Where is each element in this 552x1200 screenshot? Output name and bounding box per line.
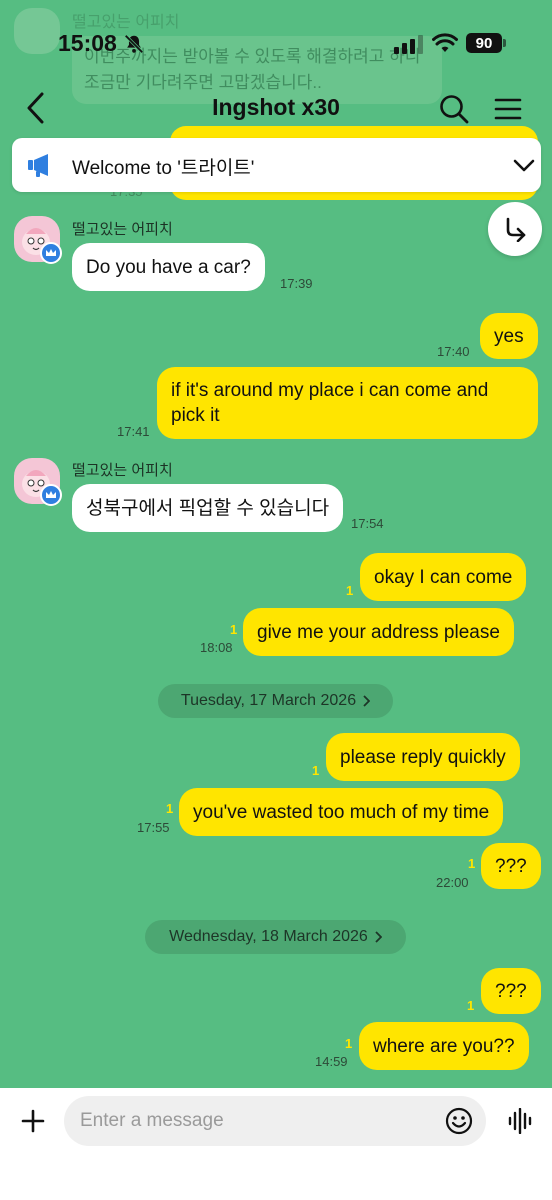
search-icon xyxy=(440,95,469,124)
unread-count: 1 xyxy=(346,583,354,598)
sender-name: 떨고있는 어피치 xyxy=(72,462,173,479)
search-button[interactable] xyxy=(434,90,474,128)
avatar[interactable] xyxy=(14,458,62,506)
message-bubble[interactable]: ??? xyxy=(481,968,541,1014)
battery-tip xyxy=(503,39,506,47)
message-bubble[interactable]: please reply quickly xyxy=(326,733,520,781)
back-chevron-icon xyxy=(27,92,44,124)
message-time: 22:00 xyxy=(436,875,469,890)
notice-text: Welcome to '트라이트' xyxy=(72,158,255,179)
reply-arrow-icon xyxy=(506,217,526,242)
emoji-icon xyxy=(445,1107,473,1135)
sender-name: 떨고있는 어피치 xyxy=(72,221,173,238)
message-bubble[interactable]: okay I can come xyxy=(360,553,527,601)
chevron-right-icon xyxy=(363,695,371,707)
cellular-signal-icon xyxy=(394,35,423,54)
back-button[interactable] xyxy=(18,88,54,128)
message-composer xyxy=(0,1088,552,1200)
message-bubble[interactable]: 성북구에서 픽업할 수 있습니다 xyxy=(72,484,344,532)
wifi-icon xyxy=(432,33,458,52)
message-time: 17:40 xyxy=(437,344,470,359)
voice-button[interactable] xyxy=(504,1104,536,1138)
unread-count: 1 xyxy=(468,856,476,871)
unread-count: 1 xyxy=(312,763,320,778)
message-time: 17:41 xyxy=(117,424,150,439)
clock-text: 15:08 xyxy=(58,30,117,56)
unread-count: 1 xyxy=(230,622,238,637)
date-label: Wednesday, 18 March 2026 xyxy=(169,928,368,945)
plus-icon xyxy=(21,1109,45,1133)
message-bubble[interactable]: ??? xyxy=(481,843,541,889)
notice-banner[interactable]: Welcome to '트라이트' xyxy=(12,138,541,192)
message-bubble[interactable]: if it's around my place i can come and p… xyxy=(157,367,538,439)
bell-slash-icon xyxy=(124,34,144,53)
message-bubble[interactable]: yes xyxy=(480,313,538,359)
message-time: 18:08 xyxy=(200,640,233,655)
scroll-to-bottom-button[interactable] xyxy=(488,202,542,256)
battery-icon: 90 xyxy=(466,33,502,53)
status-time: 15:08 xyxy=(58,30,145,57)
message-time: 17:55 xyxy=(137,820,170,835)
emoji-button[interactable] xyxy=(444,1106,474,1136)
message-bubble[interactable]: you've wasted too much of my time xyxy=(179,788,504,836)
chevron-right-icon xyxy=(375,931,382,943)
unread-count: 1 xyxy=(345,1036,353,1051)
unread-count: 1 xyxy=(166,801,174,816)
message-bubble[interactable]: give me your address please xyxy=(243,608,514,656)
crown-badge-icon xyxy=(40,242,62,264)
chat-background: 떨고있는 어피치 이번주까지는 받아볼 수 있도록 해결하려고 하니 조금만 기… xyxy=(0,0,552,1088)
message-bubble[interactable]: where are you?? xyxy=(359,1022,529,1070)
megaphone-icon xyxy=(28,154,48,177)
attach-button[interactable] xyxy=(16,1104,50,1138)
message-bubble[interactable]: Do you have a car? xyxy=(72,243,265,291)
date-separator[interactable]: Tuesday, 17 March 2026 xyxy=(158,684,393,718)
status-bar: 15:08 90 xyxy=(0,0,552,88)
voice-wave-icon xyxy=(508,1108,532,1134)
menu-button[interactable] xyxy=(488,90,528,128)
chevron-down-icon[interactable] xyxy=(512,154,536,176)
avatar[interactable] xyxy=(14,216,62,264)
message-time: 17:54 xyxy=(351,516,384,531)
message-time: 17:39 xyxy=(280,276,313,291)
crown-badge-icon xyxy=(40,484,62,506)
message-input[interactable] xyxy=(64,1096,486,1146)
message-time: 14:59 xyxy=(315,1054,348,1069)
unread-count: 1 xyxy=(467,998,475,1013)
date-separator[interactable]: Wednesday, 18 March 2026 xyxy=(145,920,406,954)
date-label: Tuesday, 17 March 2026 xyxy=(180,692,357,709)
menu-icon xyxy=(494,98,522,120)
